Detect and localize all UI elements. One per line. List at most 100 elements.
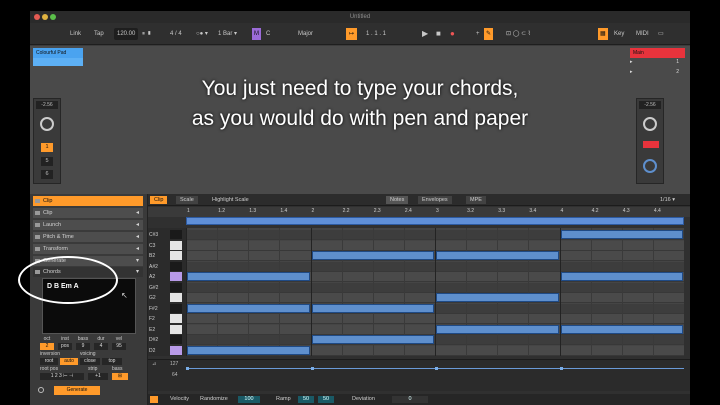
ruler-tick: 3.4 — [529, 208, 537, 214]
send-b-button[interactable]: 6 — [41, 170, 53, 179]
track-number-button[interactable]: 1 — [41, 143, 53, 152]
minimize-window-icon[interactable] — [42, 14, 48, 20]
section-transform[interactable]: Transform ◂ — [33, 244, 143, 254]
play-button[interactable]: ▶ — [422, 28, 428, 40]
grid-fraction[interactable]: 1/16 ▾ — [656, 196, 679, 204]
track-clip-slot[interactable] — [33, 58, 83, 66]
midi-note[interactable] — [311, 303, 434, 313]
clip-header[interactable]: Clip — [33, 196, 143, 206]
bass-toggle[interactable]: ⊞ — [112, 373, 128, 380]
record-button[interactable]: ● — [450, 28, 455, 40]
piano-key[interactable] — [170, 314, 182, 323]
midi-note[interactable] — [560, 324, 683, 334]
highlight-scale-toggle[interactable]: Highlight Scale — [208, 196, 253, 204]
beat-ruler[interactable]: 1 1.2 1.3 1.4 2 2.2 2.3 2.4 3 3.2 3.3 3.4 4 4.2 4.3 4.4 — [148, 207, 690, 217]
section-pitch-time[interactable]: Pitch & Time ◂ — [33, 232, 143, 242]
key-map-label[interactable]: Key — [614, 28, 624, 40]
velocity-marker[interactable] — [310, 367, 314, 370]
track-header-right[interactable]: Main — [630, 48, 685, 58]
midi-note[interactable] — [560, 230, 683, 239]
key-map-button[interactable]: ▦ — [598, 28, 608, 40]
loop-brace[interactable] — [186, 217, 684, 225]
overdub-icon[interactable]: + — [476, 28, 480, 40]
piano-key[interactable] — [170, 230, 182, 239]
piano-key[interactable] — [170, 240, 182, 250]
param-bass[interactable]: 9 — [76, 343, 90, 350]
velocity-marker[interactable] — [435, 367, 438, 370]
piano-key[interactable] — [170, 251, 182, 260]
section-launch[interactable]: Launch ◂ — [33, 220, 143, 230]
ramp-start-field[interactable]: 50 — [298, 396, 314, 403]
midi-map-label[interactable]: MIDI — [636, 28, 649, 40]
param-inst[interactable]: pos — [58, 343, 72, 350]
automation-arm-icon[interactable]: ✎ — [484, 28, 494, 40]
track-header-left[interactable]: Colourful Pad — [33, 48, 83, 58]
param-oct[interactable]: 2 — [40, 343, 54, 350]
generate-button[interactable]: Generate — [54, 386, 100, 395]
inversion-auto[interactable]: auto — [60, 358, 78, 365]
loop-icon[interactable]: ⊡ ◯ ⊂ ⌇ — [506, 28, 531, 40]
note-options-icon[interactable] — [150, 396, 158, 403]
ramp-end-field[interactable]: 50 — [318, 396, 334, 403]
strip-stepper[interactable]: +1 — [88, 373, 108, 380]
tab-mpe[interactable]: MPE — [466, 196, 486, 204]
section-clip[interactable]: Clip ◂ — [33, 208, 143, 218]
piano-key[interactable] — [170, 293, 182, 302]
tempo-field[interactable]: 120.00 — [114, 28, 139, 40]
velocity-marker[interactable] — [186, 367, 189, 370]
midi-note[interactable] — [311, 335, 434, 344]
follow-button[interactable]: ↦ — [346, 28, 358, 40]
close-window-icon[interactable] — [34, 14, 40, 20]
piano-key[interactable] — [170, 282, 182, 292]
tab-envelopes[interactable]: Envelopes — [418, 196, 452, 204]
tab-notes[interactable]: Notes — [386, 196, 409, 204]
meter-field[interactable]: 4 / 4 — [170, 28, 182, 40]
midi-note[interactable] — [311, 251, 434, 260]
key-label: C#3 — [149, 232, 159, 238]
piano-key[interactable] — [170, 335, 182, 344]
tab-clip[interactable]: Clip — [150, 196, 168, 204]
velocity-marker[interactable] — [559, 367, 563, 370]
nudge-icon[interactable]: ⏸ ▮ — [142, 28, 151, 40]
piano-key[interactable] — [170, 261, 182, 271]
tab-scale[interactable]: Scale — [176, 196, 198, 204]
velocity-lane[interactable]: ⊿ 127 64 — [148, 359, 690, 391]
device-power-icon[interactable] — [38, 387, 44, 393]
note-grid[interactable] — [186, 228, 684, 356]
midi-note[interactable] — [436, 324, 559, 334]
tap-button[interactable]: Tap — [94, 28, 104, 40]
randomize-field[interactable]: 100 — [238, 396, 260, 403]
chevron-left-icon: ◂ — [135, 234, 139, 240]
midi-note[interactable] — [560, 272, 683, 281]
cue-knob-icon[interactable] — [643, 159, 657, 173]
param-dur[interactable]: 4 — [94, 343, 108, 350]
deviation-field[interactable]: 0 — [392, 396, 428, 403]
stop-button[interactable]: ■ — [436, 28, 441, 40]
master-slot-1[interactable]: ▸ 1 — [630, 58, 685, 66]
midi-note[interactable] — [436, 293, 559, 302]
piano-key[interactable] — [170, 272, 182, 281]
key-root-select[interactable]: C — [266, 28, 270, 40]
root-pos-stepper[interactable]: 1 2 3 ⊢ ⊣ — [40, 373, 84, 380]
velocity-fold-icon[interactable]: ⊿ — [152, 361, 156, 367]
piano-key[interactable] — [170, 345, 182, 355]
quantize-select[interactable]: 1 Bar ▾ — [218, 28, 237, 40]
midi-note[interactable] — [187, 303, 310, 313]
voicing-top[interactable]: top — [102, 358, 122, 365]
scale-mode-badge[interactable]: M — [252, 28, 261, 40]
chevron-left-icon: ◂ — [135, 210, 139, 216]
metronome-toggle[interactable]: ○● ▾ — [196, 28, 208, 40]
midi-note[interactable] — [436, 251, 559, 260]
piano-key[interactable] — [170, 324, 182, 334]
param-vel[interactable]: 95 — [112, 343, 126, 350]
midi-note[interactable] — [187, 345, 310, 355]
zoom-window-icon[interactable] — [50, 14, 56, 20]
inversion-root[interactable]: root — [40, 358, 58, 365]
send-a-button[interactable]: 5 — [41, 157, 53, 166]
piano-key[interactable] — [170, 303, 182, 313]
voicing-close[interactable]: close — [80, 358, 100, 365]
midi-note[interactable] — [187, 272, 310, 281]
position-field[interactable]: 1 . 1 . 1 — [366, 28, 386, 40]
link-button[interactable]: Link — [70, 28, 81, 40]
scale-select[interactable]: Major — [298, 28, 313, 40]
